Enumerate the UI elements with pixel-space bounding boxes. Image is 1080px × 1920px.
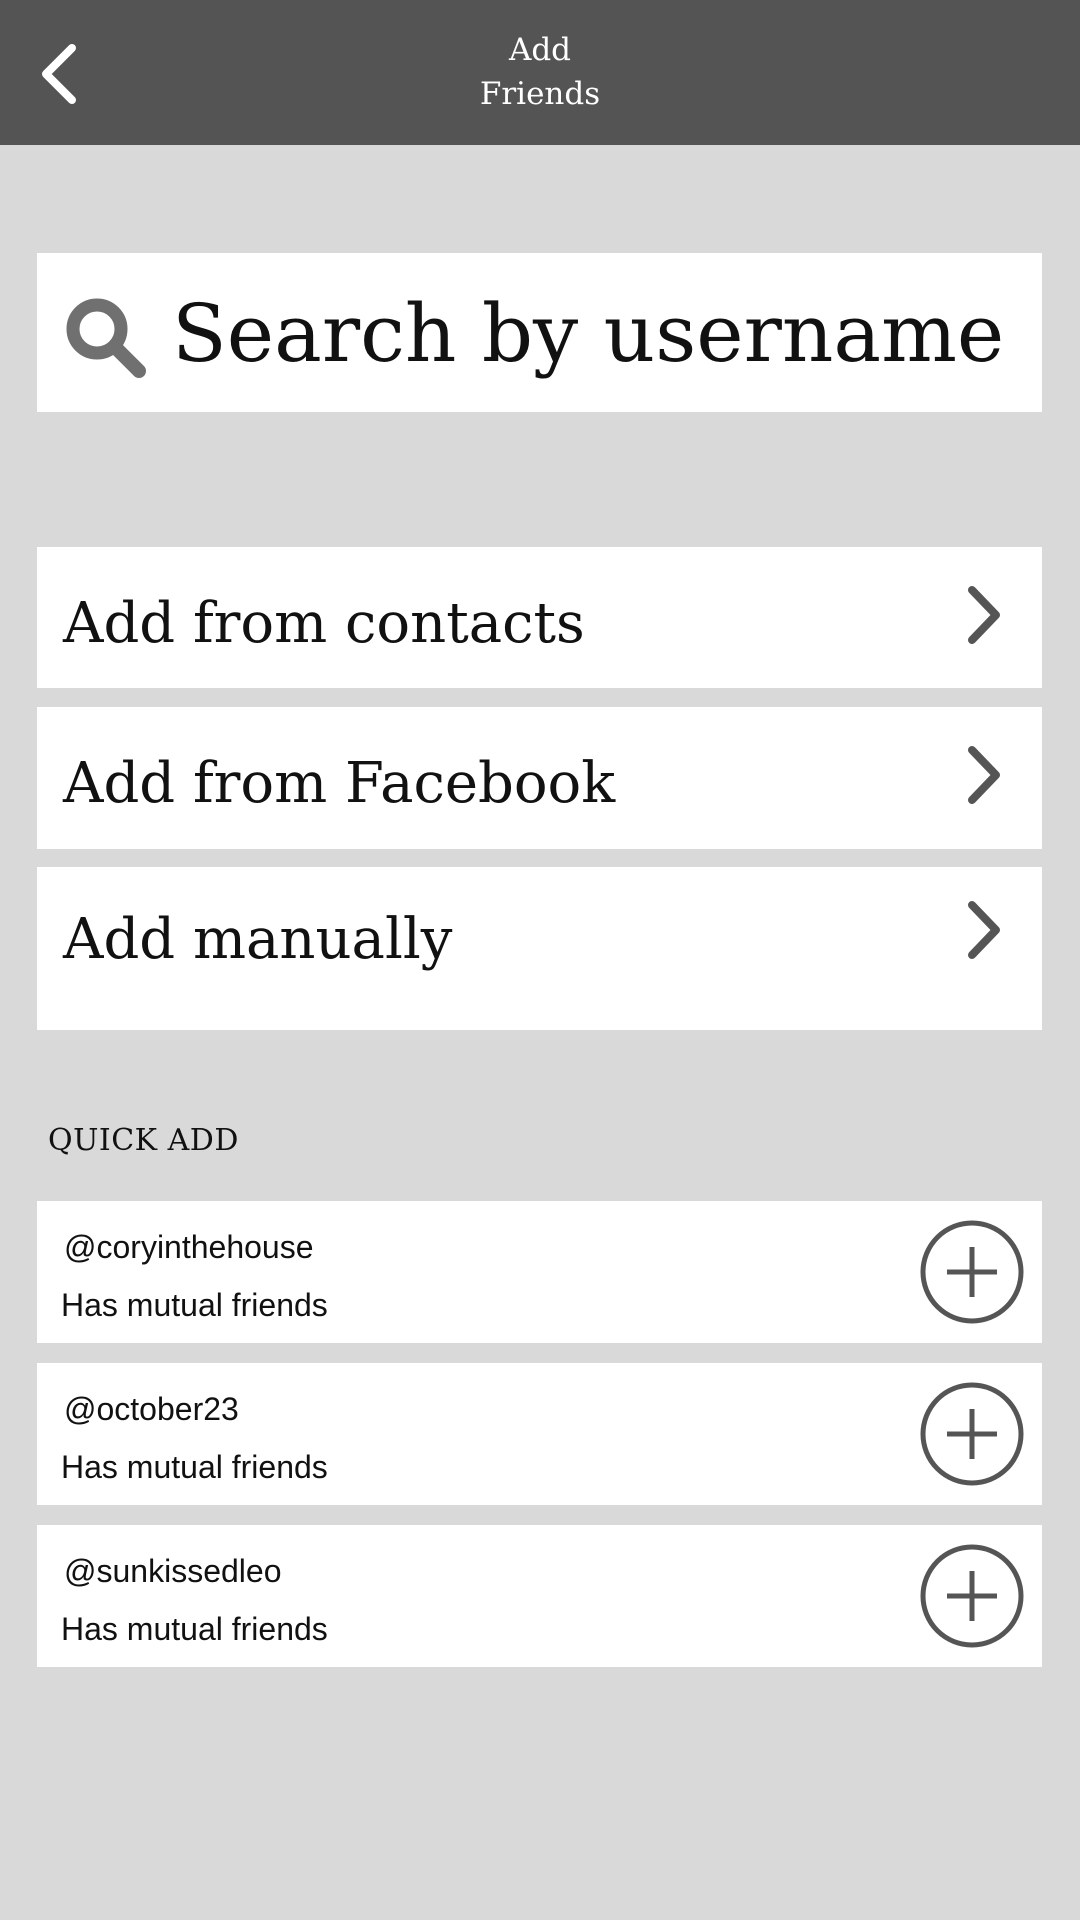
mutual-friends-label: Has mutual friends <box>61 1449 328 1485</box>
page-title: Add Friends <box>479 32 601 112</box>
plus-circle-icon[interactable] <box>919 1381 1025 1487</box>
add-from-contacts-row[interactable]: Add from contacts <box>37 547 1042 688</box>
search-icon <box>66 298 146 378</box>
back-button[interactable] <box>30 30 90 115</box>
username: @october23 <box>64 1391 239 1427</box>
mutual-friends-label: Has mutual friends <box>61 1611 328 1647</box>
add-from-facebook-label: Add from Facebook <box>63 751 616 816</box>
search-bar[interactable] <box>37 253 1042 412</box>
add-manually-label: Add manually <box>63 907 453 972</box>
mutual-friends-label: Has mutual friends <box>61 1287 328 1323</box>
quick-add-item: @october23 Has mutual friends <box>37 1363 1042 1505</box>
quick-add-item: @sunkissedleo Has mutual friends <box>37 1525 1042 1667</box>
add-manually-row[interactable]: Add manually <box>37 867 1042 1030</box>
chevron-right-icon <box>968 901 1000 959</box>
plus-circle-icon[interactable] <box>919 1219 1025 1325</box>
plus-circle-icon[interactable] <box>919 1543 1025 1649</box>
add-from-facebook-row[interactable]: Add from Facebook <box>37 707 1042 849</box>
chevron-right-icon <box>968 586 1000 644</box>
search-input[interactable] <box>172 273 1022 393</box>
username: @coryinthehouse <box>64 1229 314 1265</box>
quick-add-heading: QUICK ADD <box>48 1123 239 1158</box>
quick-add-item: @coryinthehouse Has mutual friends <box>37 1201 1042 1343</box>
app-header: Add Friends <box>0 0 1080 145</box>
chevron-left-icon <box>42 44 76 104</box>
add-from-contacts-label: Add from contacts <box>63 591 585 656</box>
username: @sunkissedleo <box>64 1553 282 1589</box>
chevron-right-icon <box>968 746 1000 804</box>
